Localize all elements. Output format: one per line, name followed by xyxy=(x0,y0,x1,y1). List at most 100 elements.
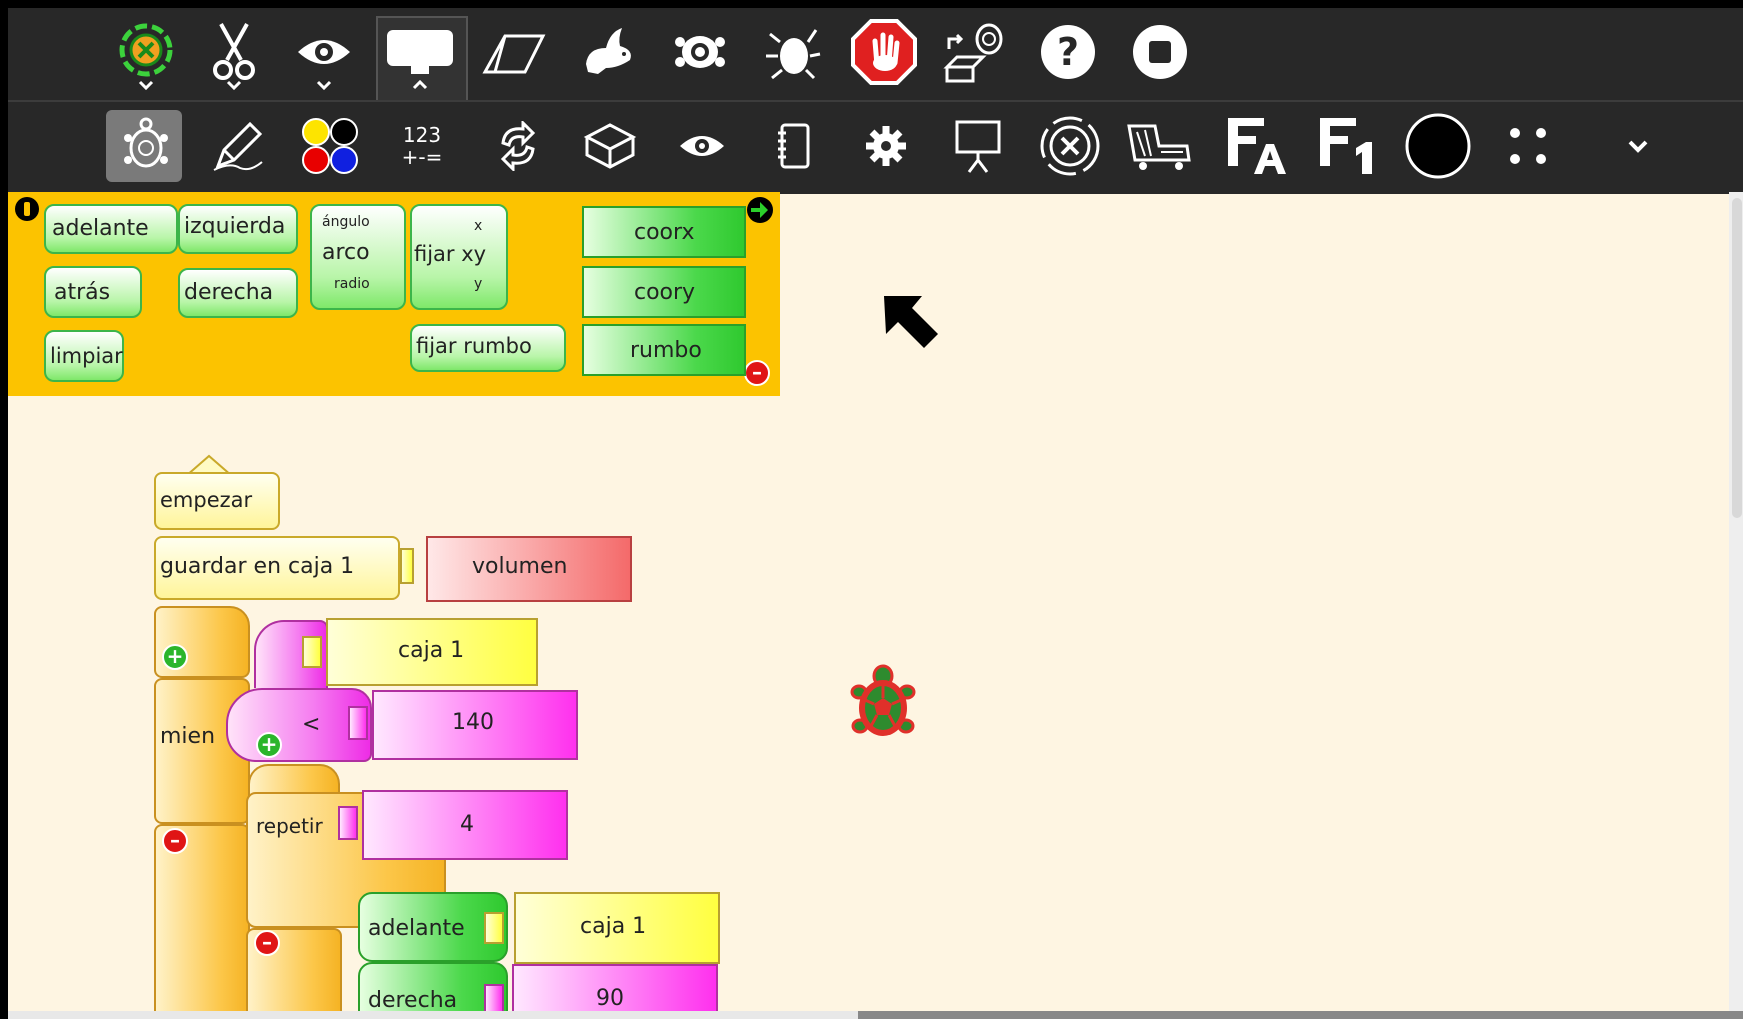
number-block-140[interactable]: 140 xyxy=(372,690,578,760)
repeat-block-label: repetir xyxy=(256,814,323,838)
sensors-palette-icon[interactable] xyxy=(666,110,738,182)
storein-block[interactable]: guardar en caja 1 xyxy=(154,536,400,600)
block-left[interactable]: izquierda xyxy=(178,204,298,254)
storein-block-label: guardar en caja 1 xyxy=(160,554,355,579)
pen-color-swatch[interactable] xyxy=(1402,110,1474,182)
chevron-down-icon xyxy=(226,80,242,90)
blocks-palette-icon[interactable] xyxy=(574,110,646,182)
repeat-top-notch xyxy=(248,764,340,794)
save-turtle-icon[interactable] xyxy=(940,16,1012,88)
number-4-label: 4 xyxy=(460,812,474,837)
trash-icon[interactable] xyxy=(1124,110,1196,182)
presentation-palette-icon[interactable] xyxy=(942,110,1014,182)
arc-label: arco xyxy=(322,240,370,265)
svg-text:?: ? xyxy=(1057,30,1079,74)
block-back[interactable]: atrás xyxy=(44,266,142,318)
block-forward-label: adelante xyxy=(52,216,149,241)
palette-next-icon[interactable] xyxy=(746,196,774,224)
block-xcor-label: coorx xyxy=(634,220,695,245)
block-back-label: atrás xyxy=(54,280,111,305)
block-clean-label: limpiar xyxy=(50,344,123,368)
block-setheading-label: fijar rumbo xyxy=(416,334,532,358)
view-icon[interactable] xyxy=(288,16,360,90)
block-heading-label: rumbo xyxy=(630,338,702,363)
pen-palette-icon[interactable] xyxy=(202,110,274,182)
stop-icon[interactable] xyxy=(1124,16,1196,88)
run-turtle-icon[interactable] xyxy=(664,16,736,88)
volume-block[interactable]: volumen xyxy=(426,536,632,602)
block-right[interactable]: derecha xyxy=(178,268,298,318)
block-xcor[interactable]: coorx xyxy=(582,206,746,258)
start-block[interactable]: empezar xyxy=(154,472,280,530)
chevron-down-icon xyxy=(316,80,332,90)
more-icon[interactable] xyxy=(1492,110,1564,182)
edit-toolbar-icon[interactable] xyxy=(384,16,456,90)
block-setxy[interactable]: x fijar xy y xyxy=(410,204,508,310)
vertical-scroll-thumb[interactable] xyxy=(1732,198,1742,518)
help-icon[interactable]: ? xyxy=(1032,16,1104,88)
block-heading[interactable]: rumbo xyxy=(582,324,746,376)
language-icon[interactable] xyxy=(1220,110,1292,182)
storein-connector xyxy=(400,548,414,584)
chevron-down-icon xyxy=(138,80,154,90)
block-ycor[interactable]: coory xyxy=(582,266,746,318)
flow-palette-icon[interactable] xyxy=(482,110,554,182)
media-palette-icon[interactable] xyxy=(758,110,830,182)
block-clean[interactable]: limpiar xyxy=(44,330,124,382)
chevron-up-icon xyxy=(412,80,428,90)
extras-palette-icon[interactable] xyxy=(850,110,922,182)
number-icon-operators: +-= xyxy=(401,145,443,169)
turtle-palette: – adelante izquierda ángulo arco radio x… xyxy=(8,192,780,396)
number-90-label: 90 xyxy=(596,986,624,1011)
forward-connector xyxy=(484,912,504,944)
palette-orientation-icon[interactable] xyxy=(14,196,40,222)
turtle-palette-icon[interactable] xyxy=(110,110,182,182)
setxy-y-label: y xyxy=(474,276,483,292)
repeat-connector xyxy=(338,806,358,840)
portfolio-palette-icon[interactable] xyxy=(1034,110,1106,182)
block-setheading[interactable]: fijar rumbo xyxy=(410,324,566,372)
label-icon[interactable] xyxy=(1312,110,1384,182)
forward-block-label: adelante xyxy=(368,916,465,941)
block-ycor-label: coory xyxy=(634,280,696,305)
main-toolbar: ? xyxy=(8,8,1743,104)
volume-block-label: volumen xyxy=(472,554,568,579)
activity-icon[interactable] xyxy=(110,16,182,90)
eraser-icon[interactable] xyxy=(478,16,550,88)
horizontal-scroll-thumb[interactable] xyxy=(8,1011,858,1019)
cut-icon[interactable] xyxy=(198,16,270,90)
less-than-label: < xyxy=(302,712,321,737)
number-palette-icon[interactable]: 123 +-= xyxy=(386,110,458,182)
number-connector xyxy=(348,706,368,740)
box-block-a[interactable]: caja 1 xyxy=(326,618,538,686)
while-shrink-button[interactable]: – xyxy=(162,828,188,854)
palette-shrink-button[interactable]: – xyxy=(744,360,770,386)
setxy-x-label: x xyxy=(474,218,483,234)
while-expand-button[interactable]: + xyxy=(162,644,188,670)
arc-radius-label: radio xyxy=(334,276,370,292)
box-block-b-label: caja 1 xyxy=(580,914,647,939)
setxy-label: fijar xy xyxy=(414,242,487,266)
repeat-shrink-button[interactable]: – xyxy=(254,930,280,956)
less-than-expand-button[interactable]: + xyxy=(256,732,282,758)
run-fast-icon[interactable] xyxy=(572,16,644,88)
number-140-label: 140 xyxy=(452,710,494,735)
colors-palette-icon[interactable] xyxy=(294,110,366,182)
turtleart-window: ? 123 +-= – adelante izquierda ángulo ar… xyxy=(8,8,1743,1019)
while-body-bar xyxy=(154,824,250,1019)
turtle-sprite[interactable] xyxy=(850,664,916,744)
box-connector xyxy=(302,636,322,668)
block-right-label: derecha xyxy=(184,280,274,305)
block-forward[interactable]: adelante xyxy=(44,204,178,254)
number-icon-digits: 123 xyxy=(402,123,442,147)
box-block-b[interactable]: caja 1 xyxy=(514,892,720,964)
while-block-label: mien xyxy=(160,724,216,749)
debug-icon[interactable] xyxy=(756,16,828,88)
right-block-label: derecha xyxy=(368,988,458,1013)
block-left-label: izquierda xyxy=(184,214,286,239)
number-block-4[interactable]: 4 xyxy=(362,790,568,860)
box-block-a-label: caja 1 xyxy=(398,638,465,663)
block-arc[interactable]: ángulo arco radio xyxy=(310,204,406,310)
stop-hand-icon[interactable] xyxy=(848,16,920,88)
expand-icon[interactable] xyxy=(1602,110,1674,182)
